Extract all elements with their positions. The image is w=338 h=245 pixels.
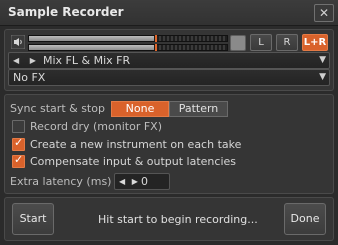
record-dry-checkbox[interactable] xyxy=(12,120,25,133)
status-text: Hit start to begin recording... xyxy=(98,213,258,226)
extra-latency-field[interactable]: ◀ ▶ 0 xyxy=(114,173,170,190)
record-dry-label: Record dry (monitor FX) xyxy=(30,120,162,133)
input-source-value: Mix FL & Mix FR xyxy=(43,54,131,67)
fx-dropdown[interactable]: No FX ▼ xyxy=(8,69,330,86)
extra-latency-value: 0 xyxy=(141,175,148,188)
start-button[interactable]: Start xyxy=(12,203,54,235)
new-instrument-label: Create a new instrument on each take xyxy=(30,138,242,151)
meter-peak-bottom xyxy=(155,44,157,51)
check-icon: ✓ xyxy=(14,153,24,166)
meter-fill-top xyxy=(29,36,154,41)
level-meter-top xyxy=(28,35,228,42)
sync-pattern-button[interactable]: Pattern xyxy=(169,101,228,117)
meter-segments-top xyxy=(159,36,227,41)
meter-fill-bottom xyxy=(29,45,154,50)
fx-value: No FX xyxy=(13,71,46,84)
compensate-latency-label: Compensate input & output latencies xyxy=(30,155,236,168)
extra-latency-label: Extra latency (ms) xyxy=(10,175,112,188)
input-source-arrows[interactable]: ◀ ▶ xyxy=(13,53,40,68)
channel-l-button[interactable]: L xyxy=(250,34,272,51)
extra-latency-arrows[interactable]: ◀ ▶ xyxy=(119,174,140,189)
input-source-dropdown[interactable]: ◀ ▶ Mix FL & Mix FR ▼ xyxy=(8,52,330,69)
channel-r-button[interactable]: R xyxy=(276,34,298,51)
chevron-down-icon: ▼ xyxy=(319,72,326,82)
sync-none-button[interactable]: None xyxy=(111,101,169,117)
chevron-down-icon: ▼ xyxy=(319,55,326,65)
new-instrument-checkbox[interactable]: ✓ xyxy=(12,136,25,151)
close-button[interactable]: ✕ xyxy=(314,4,334,22)
speaker-icon[interactable] xyxy=(11,35,25,49)
meter-segments-bottom xyxy=(159,45,227,50)
window-title: Sample Recorder xyxy=(8,5,124,19)
title-bar: Sample Recorder ✕ xyxy=(0,0,338,26)
meter-reset-button[interactable] xyxy=(230,35,246,51)
level-meter-bottom xyxy=(28,44,228,51)
close-icon: ✕ xyxy=(318,6,330,20)
compensate-latency-checkbox[interactable]: ✓ xyxy=(12,153,25,168)
channel-lr-button[interactable]: L+R xyxy=(302,34,328,51)
check-icon: ✓ xyxy=(14,136,24,149)
sync-label: Sync start & stop xyxy=(10,102,105,115)
meter-peak-top xyxy=(155,35,157,42)
done-button[interactable]: Done xyxy=(284,203,326,235)
